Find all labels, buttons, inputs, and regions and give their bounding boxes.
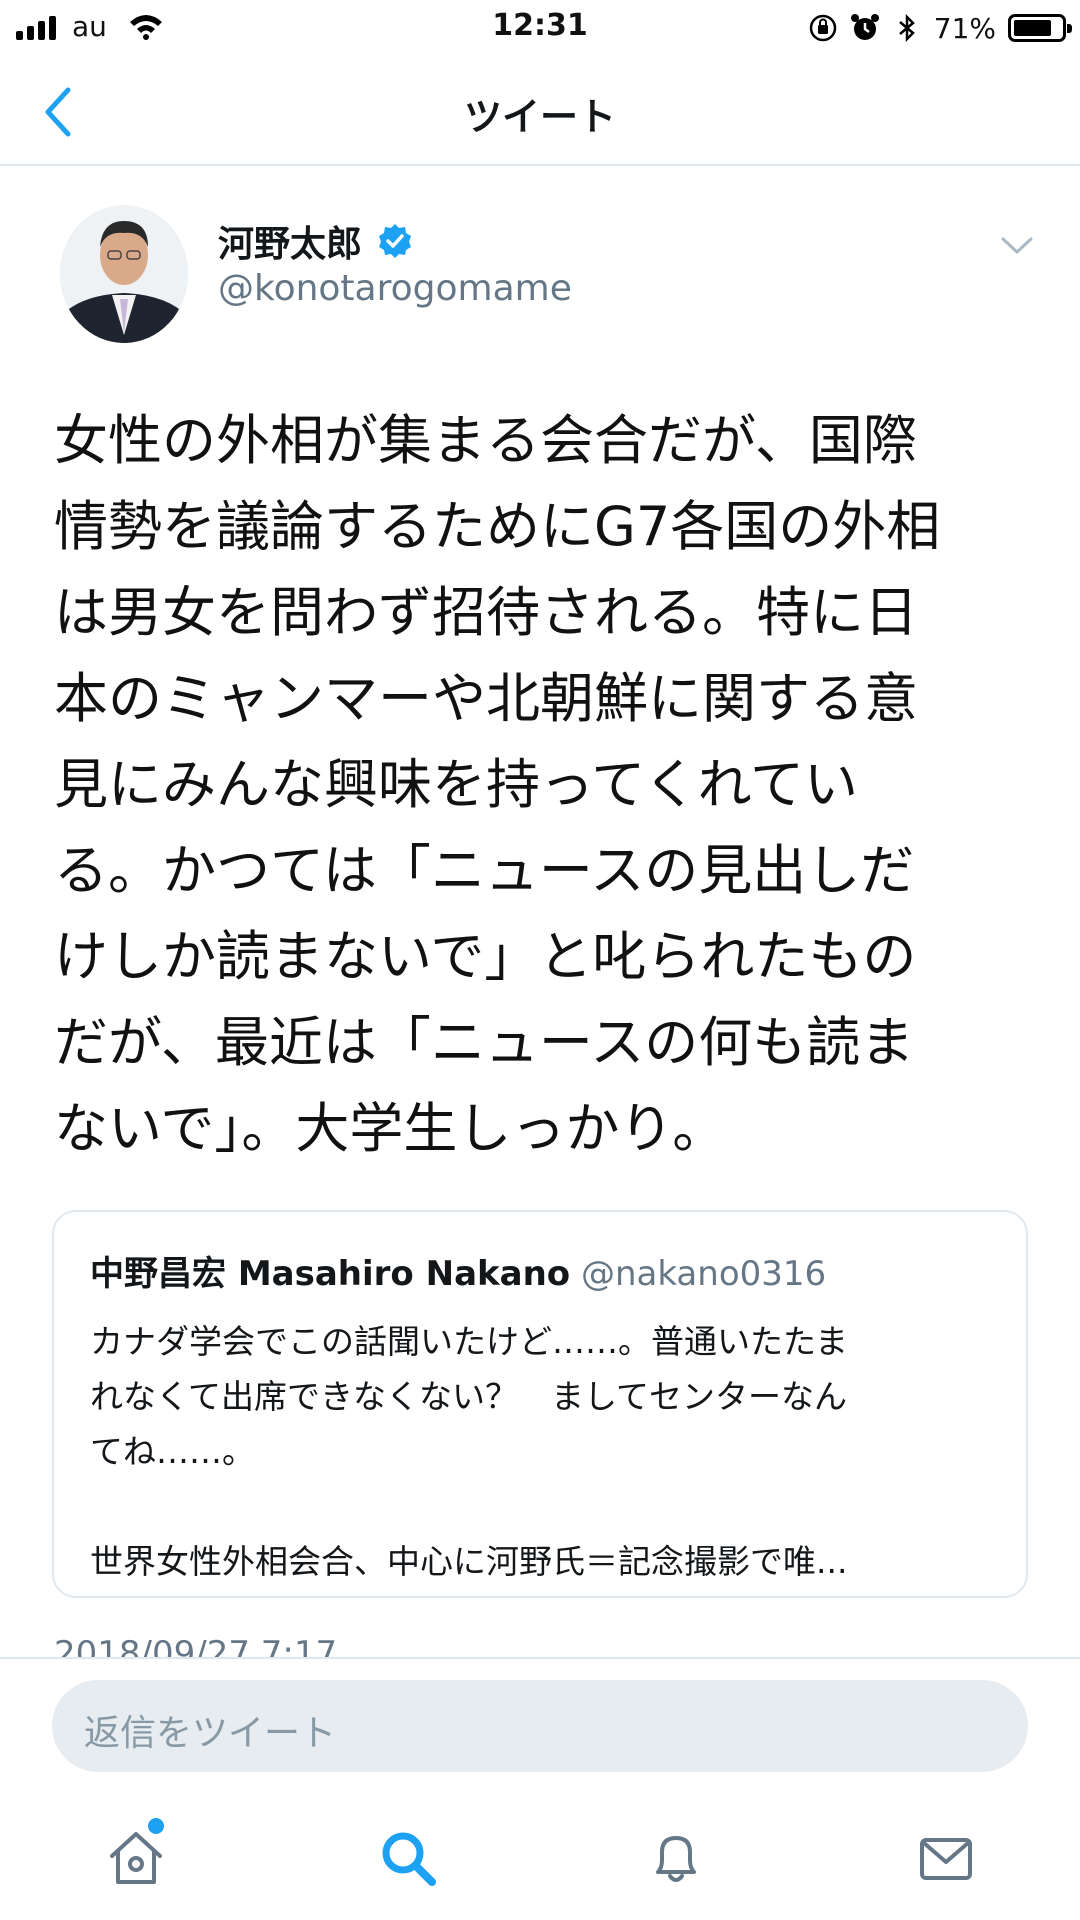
- reply-placeholder: 返信をツイート: [84, 1713, 337, 1754]
- author-name-row[interactable]: 河野太郎: [218, 215, 414, 267]
- quoted-tweet-header: 中野昌宏 Masahiro Nakano @nakano0316: [90, 1246, 826, 1295]
- home-icon: [110, 1832, 162, 1884]
- tab-bar: [0, 1800, 1080, 1920]
- avatar[interactable]: [60, 205, 188, 343]
- tweet-detail-screen: au 12:31 71% ツイート 河野太郎 @konotarogomame 女…: [0, 0, 1080, 1920]
- reply-input[interactable]: 返信をツイート: [52, 1680, 1028, 1772]
- messages-icon: [920, 1838, 972, 1880]
- verified-badge-icon: [379, 224, 412, 258]
- quoted-author-handle: @nakano0316: [580, 1254, 827, 1294]
- tab-messages[interactable]: [914, 1826, 978, 1890]
- avatar-photo: [60, 205, 188, 343]
- chevron-down-icon[interactable]: [1000, 236, 1034, 256]
- tweet-text-line: 情勢を議論するためにG7各国の外相: [54, 495, 941, 558]
- tweet-text-line: は男女を問わず招待される。特に日: [54, 581, 918, 644]
- quoted-text-line: カナダ学会でこの話聞いたけど……。普通いたたま: [90, 1322, 849, 1361]
- home-notification-dot: [148, 1818, 164, 1834]
- user-handle[interactable]: @konotarogomame: [218, 268, 572, 309]
- quoted-text-line: 世界女性外相会合、中心に河野氏＝記念撮影で唯...: [90, 1542, 848, 1581]
- quoted-tweet-text: カナダ学会でこの話聞いたけど……。普通いたたま れなくて出席できなくない？ まし…: [90, 1314, 1010, 1589]
- tweet-text-line: 女性の外相が集まる会合だが、国際: [54, 409, 917, 472]
- display-name: 河野太郎: [218, 224, 363, 265]
- status-right-group: 71%: [808, 8, 1072, 48]
- tweet-text-line: だが、最近は「ニュースの何も読ま: [54, 1011, 915, 1074]
- quoted-author-name: 中野昌宏 Masahiro Nakano: [90, 1254, 571, 1294]
- quoted-tweet-card[interactable]: 中野昌宏 Masahiro Nakano @nakano0316 カナダ学会でこ…: [52, 1210, 1028, 1598]
- page-title: ツイート: [463, 95, 616, 139]
- status-bar: au 12:31 71%: [0, 0, 1080, 56]
- quoted-text-line: れなくて出席できなくない？ ましてセンターなん: [90, 1377, 848, 1416]
- tweet-timestamp: 2018/09/27 7:17: [54, 1634, 338, 1658]
- tweet-text-line: 見にみんな興味を持ってくれてい: [54, 753, 859, 816]
- quoted-text-line: [90, 1479, 1010, 1534]
- tab-notifications[interactable]: [644, 1826, 708, 1890]
- notifications-icon: [656, 1836, 696, 1882]
- battery-icon: [1008, 14, 1072, 42]
- tweet-text-line: けしか読まないで」と叱られたもの: [54, 925, 917, 988]
- alarm-icon: [850, 14, 879, 40]
- orientation-lock-icon: [809, 14, 837, 42]
- tab-search[interactable]: [376, 1826, 440, 1890]
- tab-home[interactable]: [104, 1826, 168, 1890]
- tweet-text-line: 本のミャンマーや北朝鮮に関する意: [54, 667, 918, 730]
- search-icon: [382, 1832, 436, 1886]
- bluetooth-icon: [898, 13, 915, 43]
- battery-percentage: 71%: [933, 11, 996, 45]
- tweet-text-line: ないで」。大学生しっかり。: [54, 1097, 727, 1160]
- quoted-text-line: てね……。: [90, 1432, 255, 1471]
- tweet-text: 女性の外相が集まる会合だが、国際 情勢を議論するためにG7各国の外相 は男女を問…: [54, 398, 1034, 1172]
- navigation-bar: ツイート: [0, 56, 1080, 166]
- tweet-text-line: る。かつては「ニュースの見出しだ: [54, 839, 915, 902]
- divider: [0, 1657, 1080, 1659]
